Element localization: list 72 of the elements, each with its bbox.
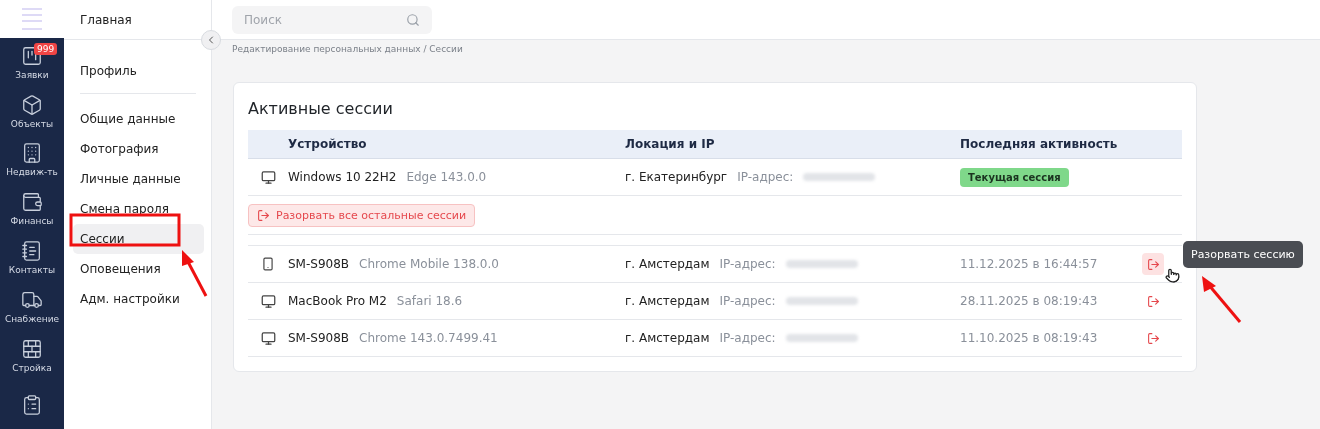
card-title: Активные сессии: [248, 99, 394, 118]
sidebar-item[interactable]: Профиль: [73, 56, 204, 86]
logout-icon: [257, 208, 270, 222]
logout-icon: [1146, 331, 1160, 345]
nav-label: Недвиж-ть: [6, 167, 58, 178]
sidebar-title: Главная: [80, 12, 132, 27]
last-activity: 11.12.2025 в 16:44:57: [960, 257, 1098, 271]
current-session-badge: Текущая сессия: [960, 167, 1069, 187]
sidebar-item[interactable]: Общие данные: [73, 104, 204, 134]
last-activity: 28.11.2025 в 08:19:43: [960, 294, 1098, 308]
sidebar-item[interactable]: Оповещения: [73, 254, 204, 284]
wallet-icon: [21, 191, 43, 214]
ip-label: IP-адрес:: [719, 257, 776, 271]
column-header: Локация и IP: [625, 137, 716, 151]
sidebar-item[interactable]: Адм. настройки: [73, 284, 204, 314]
device-name: MacBook Pro M2: [288, 294, 387, 308]
annotation-arrow: [1202, 276, 1242, 323]
collapse-button[interactable]: [201, 30, 221, 50]
nav-label: Снабжение: [4, 314, 60, 325]
button-label: Разорвать все остальные сессии: [276, 208, 467, 222]
nav-item[interactable]: Объекты: [0, 86, 64, 136]
nav-item[interactable]: Контакты: [0, 233, 64, 283]
city: г. Амстердам: [625, 294, 710, 308]
nav-item[interactable]: Недвиж-ть: [0, 135, 64, 185]
column-header: Последняя активность: [960, 137, 1119, 151]
ip-label: IP-адрес:: [719, 294, 776, 308]
column-header: Устройство: [288, 137, 368, 151]
nav-label: Контакты: [8, 265, 56, 276]
monitor-icon: [260, 169, 276, 185]
nav-label: Финансы: [10, 216, 54, 227]
device-name: Windows 10 22H2: [288, 170, 397, 184]
logo-icon: [20, 5, 44, 32]
browser-name: Chrome 143.0.7499.41: [359, 331, 498, 345]
cube-icon: [21, 93, 43, 116]
search-field[interactable]: Поиск: [232, 5, 432, 34]
last-activity: 11.10.2025 в 08:19:43: [960, 331, 1098, 345]
hand-cursor-icon: [1165, 268, 1180, 283]
brick-wall-icon: [21, 338, 43, 361]
nav-item[interactable]: 999 Заявки: [0, 37, 64, 87]
tooltip: Разорвать сессию: [1183, 241, 1303, 268]
nav-item[interactable]: Стройка: [0, 331, 64, 381]
monitor-icon: [260, 293, 276, 309]
annotation-arrow: [182, 250, 208, 297]
sidebar-item[interactable]: Фотография: [73, 134, 204, 164]
city: г. Екатеринбург: [625, 170, 728, 184]
count-badge: 999: [34, 42, 58, 55]
smartphone-icon: [261, 257, 275, 271]
logout-icon: [1146, 257, 1160, 271]
monitor-icon: [260, 330, 276, 346]
ip-label: IP-адрес:: [737, 170, 794, 184]
nav-item[interactable]: Снабжение: [0, 282, 64, 332]
logout-icon: [1146, 294, 1160, 308]
browser-name: Edge 143.0.0: [406, 170, 487, 184]
terminate-session-button[interactable]: [1142, 253, 1164, 275]
clipboard-icon: [21, 393, 43, 416]
search-icon: [406, 12, 420, 27]
sidebar-item[interactable]: Смена пароля: [73, 194, 204, 224]
ip-label: IP-адрес:: [719, 331, 776, 345]
notebook-icon: [21, 240, 43, 263]
nav-item[interactable]: Финансы: [0, 184, 64, 234]
nav-label: Объекты: [10, 118, 54, 129]
device-name: SM-S908B: [288, 331, 350, 345]
device-name: SM-S908B: [288, 257, 350, 271]
sidebar-item[interactable]: Личные данные: [73, 164, 204, 194]
city: г. Амстердам: [625, 257, 710, 271]
browser-name: Safari 18.6: [396, 294, 463, 308]
nav-label: Заявки: [15, 69, 49, 80]
city: г. Амстердам: [625, 331, 710, 345]
building-icon: [21, 142, 43, 165]
browser-name: Chrome Mobile 138.0.0: [359, 257, 499, 271]
nav-label: Стройка: [12, 363, 52, 374]
breadcrumb: Редактирование персональных данных / Сессии: [232, 44, 463, 54]
